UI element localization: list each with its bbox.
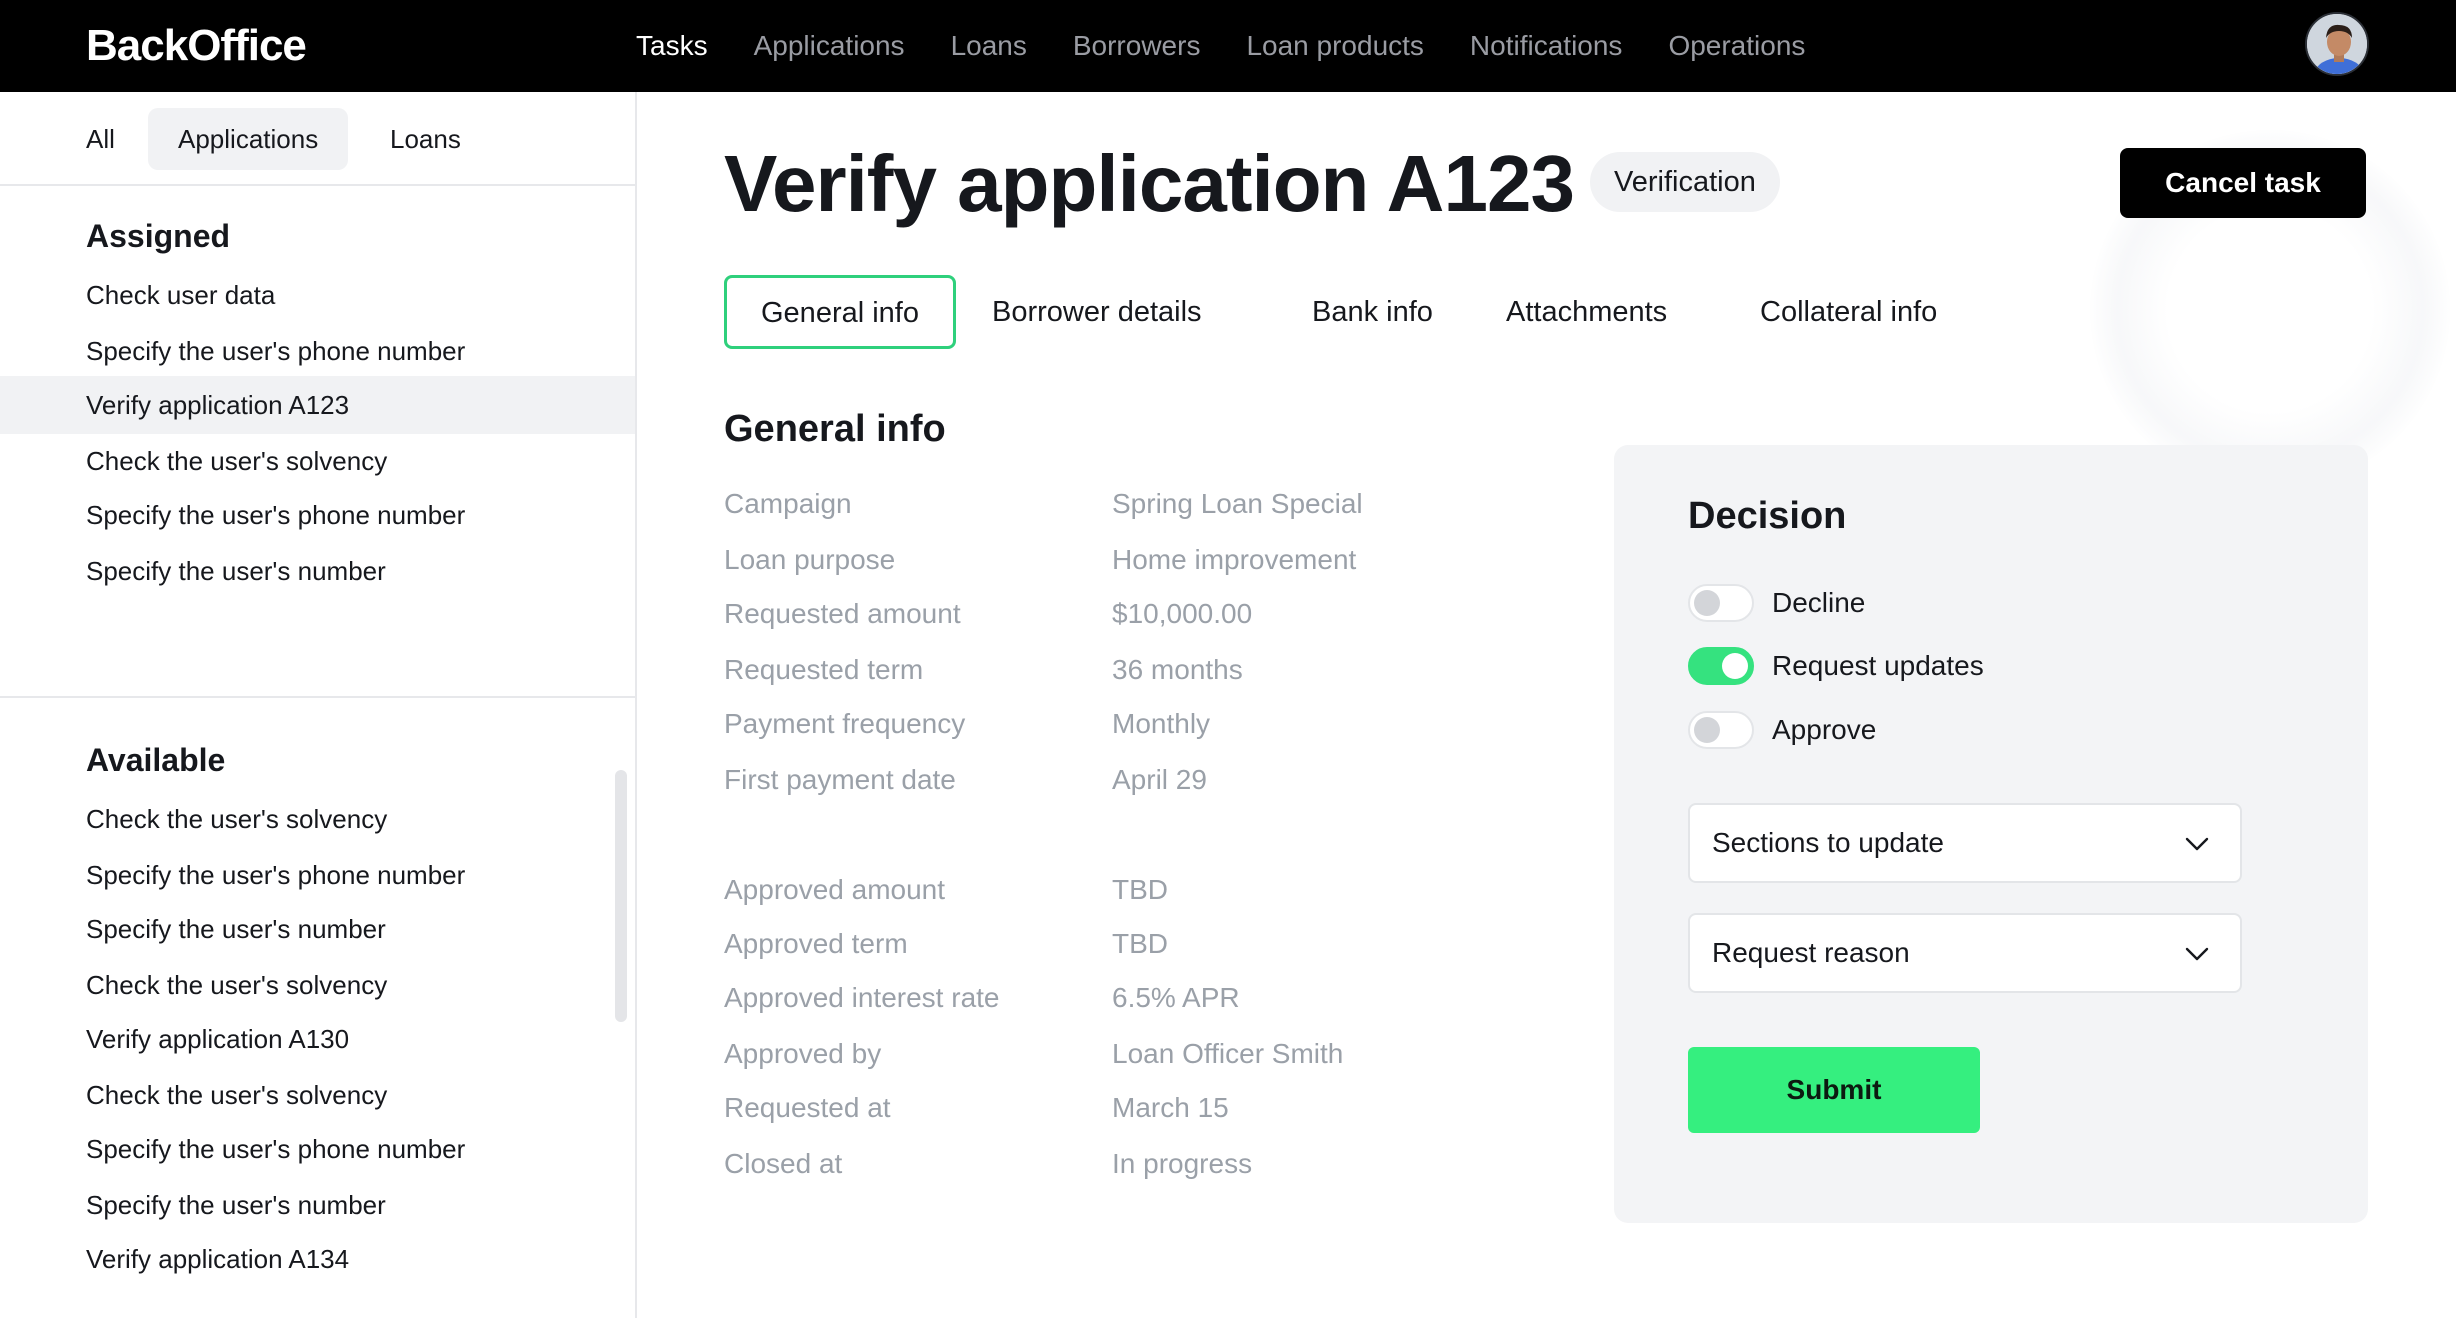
assigned-task-item[interactable]: Check user data <box>0 266 635 324</box>
sidebar-scrollbar[interactable] <box>615 770 627 1022</box>
available-section-title: Available <box>86 742 226 778</box>
submit-button[interactable]: Submit <box>1688 1047 1980 1133</box>
available-task-item[interactable]: Specify the user's phone number <box>0 1120 635 1178</box>
available-task-item[interactable]: Verify application A130 <box>0 1010 635 1068</box>
status-badge: Verification <box>1590 152 1780 212</box>
tab-collateral-info[interactable]: Collateral info <box>1724 275 1973 349</box>
assigned-task-item[interactable]: Specify the user's phone number <box>0 486 635 544</box>
chevron-down-icon <box>2185 947 2209 961</box>
user-avatar[interactable] <box>2305 12 2369 76</box>
section-heading: General info <box>724 408 946 450</box>
main-nav: Tasks Applications Loans Borrowers Loan … <box>636 0 1851 92</box>
field-label: Requested amount <box>724 598 961 629</box>
user-avatar-icon <box>2307 14 2367 74</box>
assigned-task-item[interactable]: Specify the user's phone number <box>0 322 635 380</box>
field-value: TBD <box>1112 928 1168 959</box>
field-value: Spring Loan Special <box>1112 488 1363 519</box>
filter-tab-all[interactable]: All <box>56 108 145 170</box>
tab-general-info[interactable]: General info <box>724 275 956 349</box>
assigned-task-item-selected[interactable]: Verify application A123 <box>0 376 635 434</box>
field-value: April 29 <box>1112 764 1207 795</box>
field-label: Approved amount <box>724 874 946 905</box>
field-label: First payment date <box>724 764 956 795</box>
decision-title: Decision <box>1688 495 1847 537</box>
nav-item-loans[interactable]: Loans <box>951 26 1027 66</box>
assigned-task-item[interactable]: Check the user's solvency <box>0 432 635 490</box>
sections-to-update-select[interactable]: Sections to update <box>1688 803 2242 883</box>
cancel-task-button[interactable]: Cancel task <box>2120 148 2366 218</box>
sidebar-filter-tabs: All Applications Loans <box>0 92 635 186</box>
task-sidebar: All Applications Loans Assigned Check us… <box>0 92 637 1318</box>
field-label: Loan purpose <box>724 544 896 575</box>
request-updates-label: Request updates <box>1772 650 1984 681</box>
tab-attachments[interactable]: Attachments <box>1470 275 1703 349</box>
filter-tab-loans[interactable]: Loans <box>360 108 491 170</box>
toggle-knob <box>1694 717 1720 743</box>
request-updates-toggle-row[interactable]: Request updates <box>1688 645 1984 687</box>
available-task-item[interactable]: Verify application A134 <box>0 1230 635 1288</box>
field-value: Home improvement <box>1112 544 1357 575</box>
decline-label: Decline <box>1772 587 1866 618</box>
chevron-down-icon <box>2185 837 2209 851</box>
field-value: In progress <box>1112 1148 1253 1179</box>
available-task-item[interactable]: Check the user's solvency <box>0 1066 635 1124</box>
decline-toggle[interactable] <box>1688 584 1754 622</box>
nav-item-tasks[interactable]: Tasks <box>636 26 708 66</box>
field-value: March 15 <box>1112 1092 1229 1123</box>
toggle-knob <box>1722 653 1748 679</box>
field-label: Approved by <box>724 1038 882 1069</box>
assigned-task-item[interactable]: Specify the user's number <box>0 542 635 600</box>
nav-item-applications[interactable]: Applications <box>754 26 905 66</box>
field-label: Requested at <box>724 1092 891 1123</box>
field-value: Monthly <box>1112 708 1211 739</box>
brand-logo[interactable]: BackOffice <box>86 18 307 74</box>
tab-borrower-details[interactable]: Borrower details <box>956 275 1238 349</box>
request-updates-toggle[interactable] <box>1688 647 1754 685</box>
field-label: Closed at <box>724 1148 843 1179</box>
sections-select-label: Sections to update <box>1712 827 1944 858</box>
available-task-item[interactable]: Specify the user's number <box>0 1176 635 1234</box>
approve-toggle[interactable] <box>1688 711 1754 749</box>
nav-item-operations[interactable]: Operations <box>1668 26 1805 66</box>
field-label: Approved term <box>724 928 908 959</box>
request-reason-select[interactable]: Request reason <box>1688 913 2242 993</box>
sidebar-divider <box>0 696 635 698</box>
field-value: 6.5% APR <box>1112 982 1240 1013</box>
field-value: Loan Officer Smith <box>1112 1038 1344 1069</box>
top-navigation-bar: BackOffice Tasks Applications Loans Borr… <box>0 0 2456 92</box>
assigned-section-title: Assigned <box>86 218 231 254</box>
field-label: Approved interest rate <box>724 982 1000 1013</box>
field-label: Requested term <box>724 654 924 685</box>
reason-select-label: Request reason <box>1712 937 1910 968</box>
approve-toggle-row[interactable]: Approve <box>1688 709 1876 751</box>
decision-panel: Decision Decline Request updates Approve… <box>1614 445 2368 1223</box>
field-label: Payment frequency <box>724 708 966 739</box>
approve-label: Approve <box>1772 714 1877 745</box>
decline-toggle-row[interactable]: Decline <box>1688 582 1865 624</box>
available-task-item[interactable]: Check the user's solvency <box>0 790 635 848</box>
field-value: 36 months <box>1112 654 1243 685</box>
page-title: Verify application A123 <box>724 139 1575 228</box>
nav-item-borrowers[interactable]: Borrowers <box>1073 26 1201 66</box>
field-value: TBD <box>1112 874 1168 905</box>
field-label: Campaign <box>724 488 852 519</box>
filter-tab-applications[interactable]: Applications <box>148 108 349 170</box>
available-task-item[interactable]: Specify the user's number <box>0 900 635 958</box>
tab-bank-info[interactable]: Bank info <box>1276 275 1469 349</box>
available-task-item[interactable]: Specify the user's phone number <box>0 846 635 904</box>
available-task-item[interactable]: Check the user's solvency <box>0 956 635 1014</box>
toggle-knob <box>1694 590 1720 616</box>
nav-item-loan-products[interactable]: Loan products <box>1246 26 1423 66</box>
nav-item-notifications[interactable]: Notifications <box>1470 26 1623 66</box>
field-value: $10,000.00 <box>1112 598 1253 629</box>
